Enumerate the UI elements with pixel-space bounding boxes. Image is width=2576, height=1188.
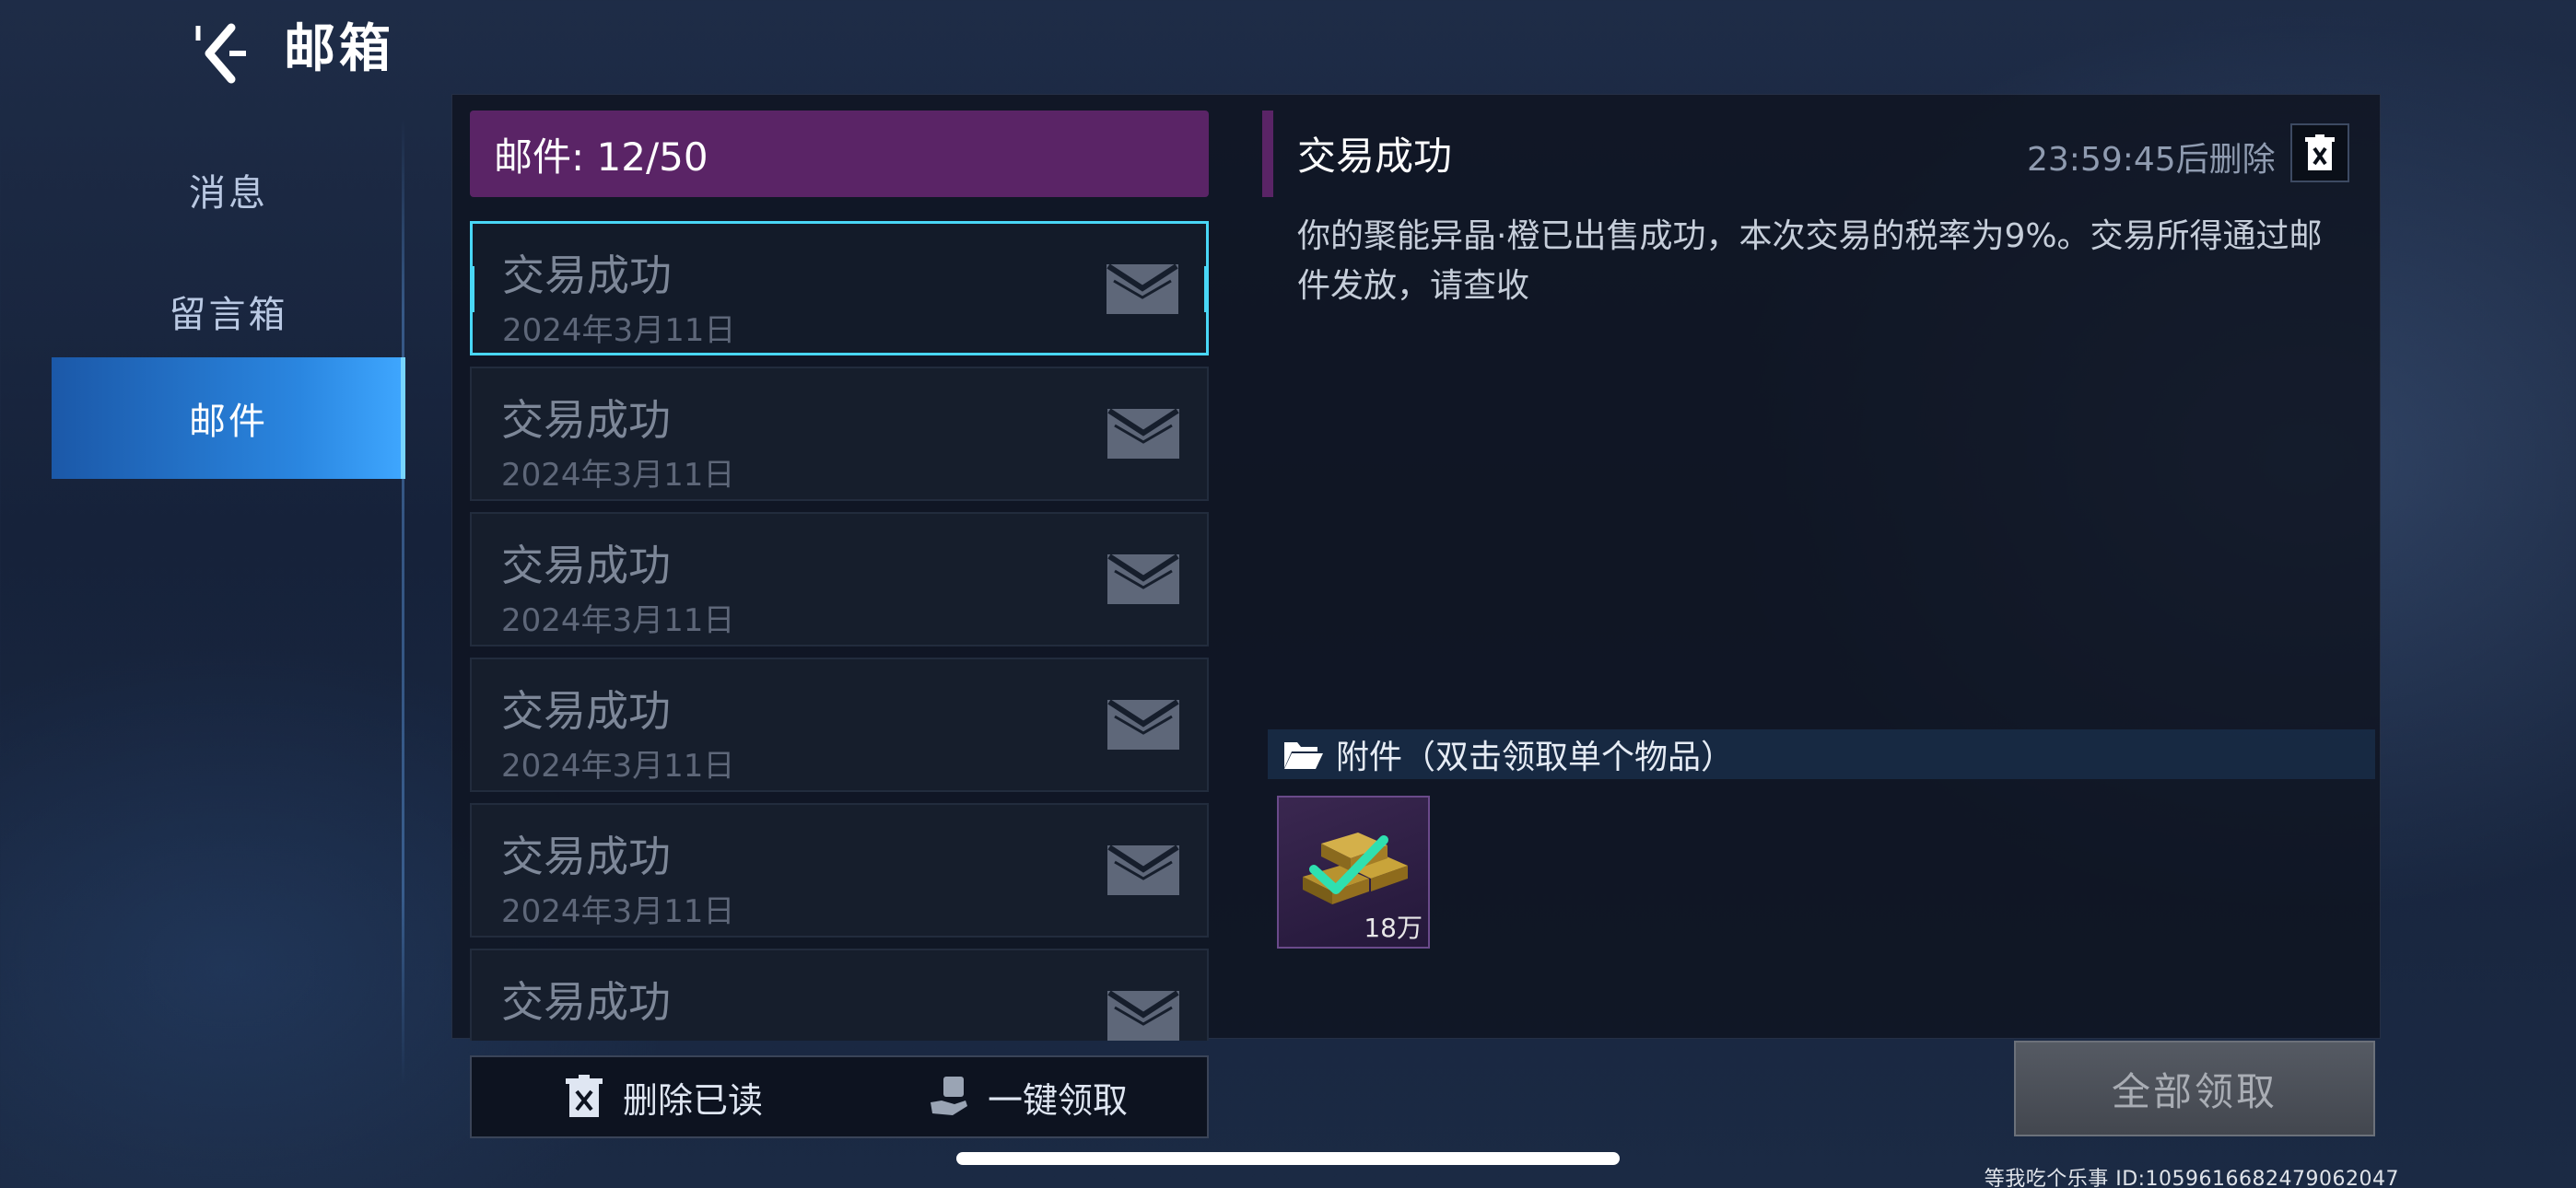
sidebar-item-mail[interactable]: 邮件 — [52, 357, 405, 479]
attachment-header-label: 附件（双击领取单个物品） — [1336, 739, 1735, 776]
sidebar-item-messages[interactable]: 消息 — [52, 129, 405, 250]
mail-list-item[interactable]: 交易成功 2024年3月11日 — [470, 803, 1209, 938]
claim-all-button[interactable]: 全部领取 — [2014, 1041, 2375, 1136]
claim-one-key-label: 一键领取 — [988, 1079, 1129, 1121]
mail-detail-body: 你的聚能异晶·橙已出售成功，本次交易的税率为9%。交易所得通过邮件发放，请查收 — [1297, 217, 2323, 305]
mail-action-bar: 删除已读 一键领取 — [470, 1055, 1209, 1138]
envelope-icon — [1107, 551, 1179, 606]
hand-receive-icon — [931, 1077, 967, 1115]
mail-date: 2024年3月11日 — [501, 893, 735, 930]
mail-date: 2024年3月11日 — [501, 748, 735, 785]
envelope-icon — [1107, 696, 1179, 751]
mail-list-item[interactable]: 交易成功 2024年3月11日 — [470, 221, 1209, 355]
attachment-header: 附件（双击领取单个物品） — [1268, 729, 2375, 779]
trash-icon — [2305, 134, 2335, 170]
mail-list-item[interactable]: 交易成功 2024年3月11日 — [470, 658, 1209, 792]
detail-accent-bar — [1262, 111, 1273, 197]
mail-date: 2024年3月11日 — [501, 457, 735, 494]
mail-list-item[interactable]: 交易成功 2024年3月11日 — [470, 512, 1209, 646]
mail-list-item[interactable]: 交易成功 2024年3月11日 — [470, 367, 1209, 501]
envelope-icon — [1107, 987, 1179, 1041]
envelope-icon — [1107, 261, 1178, 316]
mail-subject: 交易成功 — [502, 250, 672, 300]
claim-one-key-button[interactable]: 一键领取 — [929, 1057, 1128, 1136]
back-button[interactable] — [184, 17, 258, 90]
back-arrow-icon — [195, 23, 246, 84]
delete-mail-button[interactable] — [2290, 123, 2349, 182]
home-indicator[interactable] — [956, 1152, 1620, 1165]
mail-subject: 交易成功 — [501, 395, 671, 445]
attachment-item[interactable]: 18万 — [1277, 796, 1430, 949]
delete-read-label: 删除已读 — [623, 1079, 764, 1121]
mail-date: 2024年3月11日 — [501, 602, 735, 639]
expire-countdown: 23:59:45后删除 — [2027, 141, 2276, 179]
delete-read-button[interactable]: 删除已读 — [564, 1057, 763, 1136]
folder-open-icon — [1284, 742, 1323, 769]
mail-screen: 邮箱 消息 留言箱 邮件 邮件: 12/50 交易成功 2024年3月11日 交… — [0, 0, 2576, 1188]
mail-subject: 交易成功 — [501, 832, 671, 881]
envelope-icon — [1107, 842, 1179, 897]
mail-count-bar: 邮件: 12/50 — [470, 111, 1209, 197]
mail-subject: 交易成功 — [501, 686, 671, 736]
mail-date: 2024年3月11日 — [501, 1031, 734, 1041]
mail-detail-title: 交易成功 — [1297, 134, 1453, 179]
gold-bars-icon — [1303, 833, 1408, 904]
mail-date: 2024年3月11日 — [502, 312, 736, 349]
page-title: 邮箱 — [284, 19, 394, 79]
player-id-text: 等我吃个乐事 ID:1059616682479062047 — [1984, 1168, 2399, 1188]
trash-icon — [566, 1075, 603, 1117]
envelope-icon — [1107, 405, 1179, 460]
sidebar-item-guestbook[interactable]: 留言箱 — [52, 250, 405, 372]
mail-subject: 交易成功 — [501, 977, 671, 1027]
mail-subject: 交易成功 — [501, 541, 671, 590]
mail-list-item[interactable]: 交易成功 2024年3月11日 — [470, 949, 1209, 1041]
mail-list[interactable]: 交易成功 2024年3月11日 交易成功 2024年3月11日 交易成功 202… — [470, 221, 1209, 1041]
attachment-quantity: 18万 — [1364, 913, 1423, 943]
